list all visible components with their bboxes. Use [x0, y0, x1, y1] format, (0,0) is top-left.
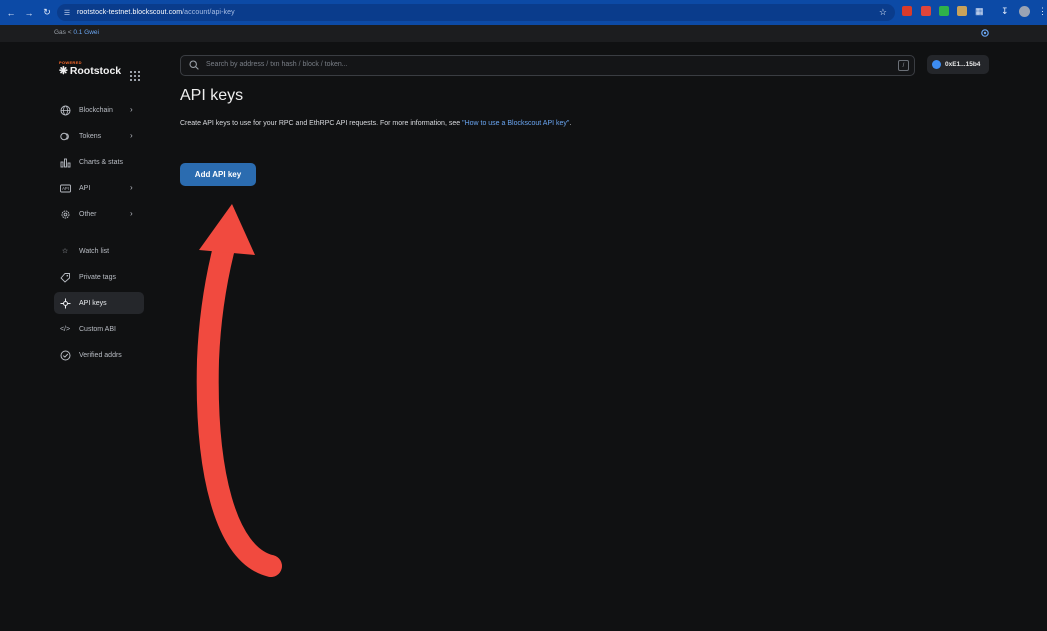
sidebar-item-label: Charts & stats [79, 158, 123, 166]
forward-icon[interactable]: → [23, 7, 35, 19]
address-bar[interactable]: ☰ rootstock-testnet.blockscout.com/accou… [57, 4, 895, 21]
globe-icon [59, 104, 71, 116]
description-text: Create API keys to use for your RPC and … [180, 120, 463, 127]
brand-name-row: ❋ Rootstock [59, 65, 121, 77]
api-key-help-link[interactable]: "How to use a Blockscout API key" [462, 120, 569, 127]
chevron-right-icon: › [130, 183, 133, 192]
sidebar-item-other[interactable]: Other › [54, 203, 144, 225]
key-icon [59, 297, 71, 309]
settings-icon[interactable] [980, 28, 990, 38]
profile-avatar[interactable] [1019, 6, 1030, 17]
search-icon [189, 60, 199, 70]
sidebar-item-label: Verified addrs [79, 351, 122, 359]
extension-icon[interactable] [939, 6, 949, 16]
chart-icon [59, 156, 71, 168]
stats-topbar: Gas < 0.1 Gwei [0, 25, 1047, 42]
chevron-right-icon: › [130, 105, 133, 114]
gas-value: 0.1 Gwei [73, 29, 99, 36]
sidebar-item-label: Tokens [79, 132, 102, 140]
apps-grid-icon[interactable] [130, 71, 140, 81]
sidebar-item-label: Custom ABI [79, 325, 116, 333]
browser-menu-icon[interactable]: ⋮ [1038, 6, 1047, 17]
svg-text:API: API [62, 186, 69, 191]
tag-icon [59, 271, 71, 283]
extension-icon[interactable] [902, 6, 912, 16]
extension-icon[interactable] [957, 6, 967, 16]
code-icon: </> [59, 325, 71, 333]
wallet-avatar [932, 60, 941, 69]
sidebar-item-label: Private tags [79, 273, 116, 281]
page-title: API keys [180, 87, 244, 104]
url-path: /account/api-key [182, 9, 235, 16]
sidebar-item-watch-list[interactable]: ☆ Watch list [54, 240, 144, 262]
sidebar-item-verified-addrs[interactable]: Verified addrs [54, 344, 144, 366]
gas-price[interactable]: Gas < 0.1 Gwei [54, 29, 99, 36]
sidebar-item-tokens[interactable]: Tokens › [54, 125, 144, 147]
search-input[interactable]: Search by address / txn hash / block / t… [206, 61, 348, 68]
chevron-right-icon: › [130, 131, 133, 140]
search-bar[interactable]: Search by address / txn hash / block / t… [180, 55, 915, 76]
url-host: rootstock-testnet.blockscout.com [77, 9, 183, 16]
download-icon[interactable]: ↧ [1001, 6, 1009, 17]
bookmark-star-icon[interactable]: ☆ [879, 7, 887, 18]
star-icon: ☆ [61, 248, 69, 255]
sidebar-item-blockchain[interactable]: Blockchain › [54, 99, 144, 121]
sidebar-item-label: Watch list [79, 247, 110, 255]
back-icon[interactable]: ← [5, 7, 17, 19]
annotation-arrow [196, 204, 282, 577]
site-info-icon[interactable]: ☰ [62, 8, 72, 18]
chevron-right-icon: › [130, 209, 133, 218]
reload-icon[interactable]: ↻ [41, 7, 53, 19]
sidebar-item-custom-abi[interactable]: </> Custom ABI [54, 318, 144, 340]
add-api-key-button[interactable]: Add API key [180, 163, 256, 186]
slash-shortcut-icon: / [898, 60, 909, 71]
brand-name: Rootstock [69, 65, 122, 77]
sidebar-item-label: Other [79, 210, 97, 218]
sidebar-item-label: Blockchain [79, 106, 113, 114]
page-description: Create API keys to use for your RPC and … [180, 120, 571, 127]
rootstock-logo-icon: ❋ [59, 65, 68, 77]
sidebar-item-api[interactable]: API API › [54, 177, 144, 199]
token-icon [59, 130, 71, 142]
api-icon: API [59, 182, 71, 194]
sidebar-item-label: API [79, 184, 91, 192]
extension-icon[interactable] [921, 6, 931, 16]
extensions-puzzle-icon[interactable]: ▦ [975, 6, 984, 17]
wallet-button[interactable]: 0xE1...15b4 [927, 55, 989, 74]
sidebar-item-private-tags[interactable]: Private tags [54, 266, 144, 288]
sidebar-item-charts-stats[interactable]: Charts & stats [54, 151, 144, 173]
description-suffix: . [569, 120, 572, 127]
gas-label: Gas [54, 29, 66, 36]
browser-chrome: ← → ↻ ☰ rootstock-testnet.blockscout.com… [0, 0, 1047, 25]
sidebar-item-api-keys[interactable]: API keys [54, 292, 144, 314]
sidebar-item-label: API keys [79, 299, 107, 307]
brand-logo[interactable]: POWERED ❋ Rootstock [59, 60, 121, 77]
wallet-address: 0xE1...15b4 [945, 61, 981, 68]
check-circle-icon [59, 349, 71, 361]
browser-nav: ← → ↻ [5, 7, 55, 19]
gear-icon [59, 208, 71, 220]
url-text: rootstock-testnet.blockscout.com/account… [77, 9, 235, 16]
